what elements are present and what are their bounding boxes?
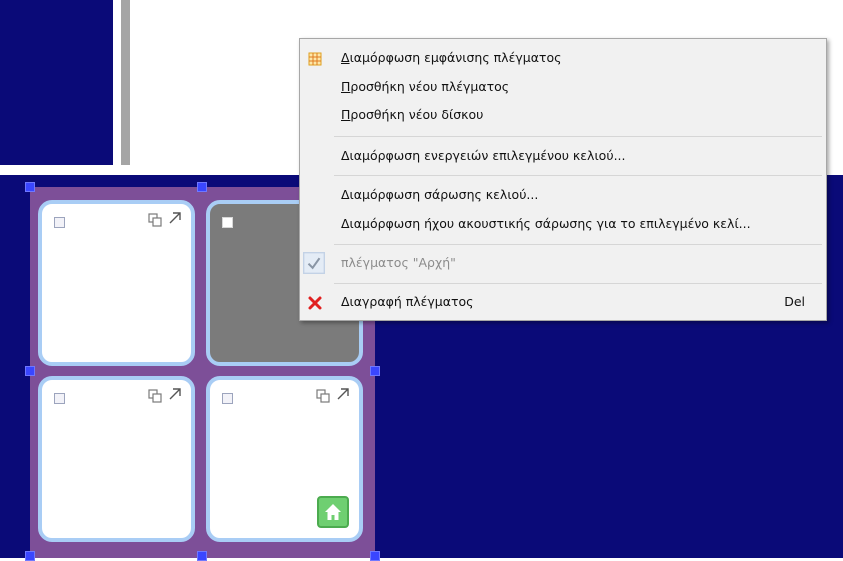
home-glyph-icon xyxy=(325,504,341,520)
menu-item-delete-grid[interactable]: Διαγραφή πλέγματος Del xyxy=(300,291,826,313)
checkmark-icon xyxy=(303,252,325,274)
grid-cell[interactable] xyxy=(38,376,195,542)
checkbox-icon[interactable] xyxy=(222,393,233,404)
checkbox-icon[interactable] xyxy=(54,393,65,404)
grid-table-icon xyxy=(308,52,322,66)
menu-item-label: Προσθήκη νέου δίσκου xyxy=(341,107,484,122)
grid-cell[interactable] xyxy=(206,376,363,542)
menu-item-label: Διαμόρφωση σάρωσης κελιού... xyxy=(341,187,539,202)
top-left-panel xyxy=(0,0,113,165)
checkbox-icon[interactable] xyxy=(54,217,65,228)
menu-item-label: Διαμόρφωση ενεργειών επιλεγμένου κελιού.… xyxy=(341,148,626,163)
resize-handle-bottom-left[interactable] xyxy=(25,551,35,561)
resize-handle-bottom-right[interactable] xyxy=(370,551,380,561)
menu-item-label: Διαμόρφωση ήχου ακουστικής σάρωσης για τ… xyxy=(341,216,751,231)
menu-separator xyxy=(334,136,822,137)
checkbox-icon[interactable] xyxy=(222,217,233,228)
resize-handle-top-middle[interactable] xyxy=(197,182,207,192)
resize-handle-middle-right[interactable] xyxy=(370,366,380,376)
link-arrow-icon[interactable] xyxy=(167,210,183,226)
menu-item-grid-appearance[interactable]: Διαμόρφωση εμφάνισης πλέγματος xyxy=(300,47,826,69)
menu-item-label: πλέγματος "Αρχή" xyxy=(341,255,456,270)
menu-separator xyxy=(334,283,822,284)
resize-handle-middle-left[interactable] xyxy=(25,366,35,376)
copy-icon[interactable] xyxy=(147,212,163,228)
grid-cell[interactable] xyxy=(38,200,195,366)
link-arrow-icon[interactable] xyxy=(335,386,351,402)
menu-item-label: Διαγραφή πλέγματος xyxy=(341,294,474,309)
copy-icon[interactable] xyxy=(315,388,331,404)
home-icon[interactable] xyxy=(317,496,349,528)
resize-handle-bottom-middle[interactable] xyxy=(197,551,207,561)
menu-item-label: Διαμόρφωση εμφάνισης πλέγματος xyxy=(341,50,562,65)
menu-item-audio-scanning[interactable]: Διαμόρφωση ήχου ακουστικής σάρωσης για τ… xyxy=(300,213,826,235)
copy-icon[interactable] xyxy=(147,388,163,404)
menu-item-start-grid: πλέγματος "Αρχή" xyxy=(300,252,826,274)
splitter-bar[interactable] xyxy=(121,0,130,165)
menu-item-label: Προσθήκη νέου πλέγματος xyxy=(341,79,510,94)
menu-item-shortcut: Del xyxy=(784,294,805,309)
menu-item-cell-scanning[interactable]: Διαμόρφωση σάρωσης κελιού... xyxy=(300,184,826,206)
resize-handle-top-left[interactable] xyxy=(25,182,35,192)
red-x-delete-icon xyxy=(308,296,322,310)
menu-item-cell-actions[interactable]: Διαμόρφωση ενεργειών επιλεγμένου κελιού.… xyxy=(300,145,826,167)
menu-separator xyxy=(334,244,822,245)
menu-item-add-grid[interactable]: Προσθήκη νέου πλέγματος xyxy=(300,76,826,98)
context-menu: Διαμόρφωση εμφάνισης πλέγματος Προσθήκη … xyxy=(299,38,827,321)
menu-item-add-tray[interactable]: Προσθήκη νέου δίσκου xyxy=(300,104,826,126)
menu-separator xyxy=(334,175,822,176)
link-arrow-icon[interactable] xyxy=(167,386,183,402)
